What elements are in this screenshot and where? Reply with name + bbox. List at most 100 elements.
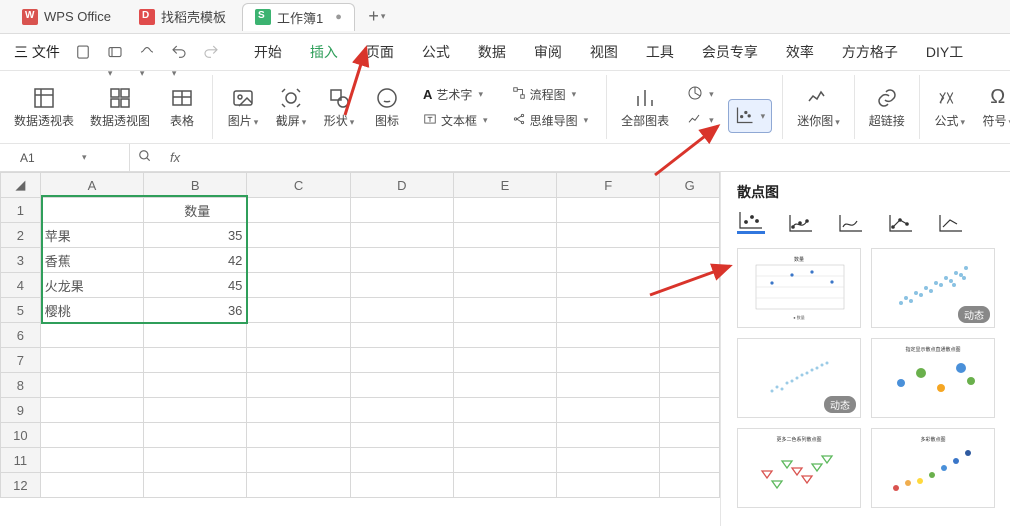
cell-E7[interactable] xyxy=(453,348,556,373)
chart-preview-3[interactable]: 动态 xyxy=(737,338,861,418)
cell-E10[interactable] xyxy=(453,423,556,448)
cell-G5[interactable] xyxy=(660,298,720,323)
cell-G4[interactable] xyxy=(660,273,720,298)
cell-C11[interactable] xyxy=(247,448,350,473)
cell-A2[interactable]: 苹果 xyxy=(40,223,143,248)
menu-tab-数据[interactable]: 数据 xyxy=(464,34,520,70)
row-header-6[interactable]: 6 xyxy=(1,323,41,348)
cell-C12[interactable] xyxy=(247,473,350,498)
cell-F6[interactable] xyxy=(557,323,660,348)
cell-G10[interactable] xyxy=(660,423,720,448)
flowchart-button[interactable]: 流程图▾ xyxy=(508,82,581,106)
chart-preview-6[interactable]: 多彩散点图 xyxy=(871,428,995,508)
row-header-4[interactable]: 4 xyxy=(1,273,41,298)
cell-E1[interactable] xyxy=(453,198,556,223)
file-menu[interactable]: 三 文件 xyxy=(14,42,60,62)
cell-B11[interactable] xyxy=(144,448,247,473)
cell-E9[interactable] xyxy=(453,398,556,423)
textbox-button[interactable]: 文本框▾ xyxy=(419,108,492,132)
toolbar-icon-2[interactable]: ▾ xyxy=(106,43,124,61)
scatter-type-smooth-markers[interactable] xyxy=(787,212,815,234)
cell-A11[interactable] xyxy=(40,448,143,473)
cell-A7[interactable] xyxy=(40,348,143,373)
tab-close-icon[interactable]: ● xyxy=(335,11,342,23)
chart-preview-2[interactable]: 动态 xyxy=(871,248,995,328)
scatter-type-basic[interactable] xyxy=(737,212,765,234)
row-header-2[interactable]: 2 xyxy=(1,223,41,248)
cell-D4[interactable] xyxy=(350,273,453,298)
chart-preview-1[interactable]: 数量 ● 数量 xyxy=(737,248,861,328)
menu-tab-会员专享[interactable]: 会员专享 xyxy=(688,34,772,70)
cell-G12[interactable] xyxy=(660,473,720,498)
wordart-button[interactable]: A艺术字▾ xyxy=(419,82,487,106)
toolbar-icon-1[interactable] xyxy=(74,43,92,61)
redo-icon[interactable] xyxy=(202,43,220,61)
cell-D11[interactable] xyxy=(350,448,453,473)
col-header-D[interactable]: D xyxy=(350,173,453,198)
row-header-3[interactable]: 3 xyxy=(1,248,41,273)
cell-F2[interactable] xyxy=(557,223,660,248)
cell-E2[interactable] xyxy=(453,223,556,248)
cell-F5[interactable] xyxy=(557,298,660,323)
menu-tab-DIY工[interactable]: DIY工 xyxy=(912,34,977,70)
symbol-button[interactable]: Ω 符号▾ xyxy=(978,84,1010,131)
menu-tab-视图[interactable]: 视图 xyxy=(576,34,632,70)
icon-button[interactable]: 图标 xyxy=(367,84,407,131)
cell-A3[interactable]: 香蕉 xyxy=(40,248,143,273)
cell-F7[interactable] xyxy=(557,348,660,373)
cell-F12[interactable] xyxy=(557,473,660,498)
scatter-type-lines[interactable] xyxy=(937,212,965,234)
cell-D8[interactable] xyxy=(350,373,453,398)
line-chart-dropdown[interactable]: ▾ xyxy=(683,108,718,132)
cell-F8[interactable] xyxy=(557,373,660,398)
cell-C7[interactable] xyxy=(247,348,350,373)
fx-label[interactable]: fx xyxy=(160,150,190,165)
cell-G1[interactable] xyxy=(660,198,720,223)
spreadsheet-grid[interactable]: ◢ A B C D E F G 1数量2苹果353香蕉424火龙果455樱桃36… xyxy=(0,172,720,526)
cell-E4[interactable] xyxy=(453,273,556,298)
cell-D5[interactable] xyxy=(350,298,453,323)
cell-E11[interactable] xyxy=(453,448,556,473)
cell-A10[interactable] xyxy=(40,423,143,448)
zoom-icon[interactable] xyxy=(130,149,160,166)
cell-C8[interactable] xyxy=(247,373,350,398)
cell-F1[interactable] xyxy=(557,198,660,223)
col-header-E[interactable]: E xyxy=(453,173,556,198)
row-header-8[interactable]: 8 xyxy=(1,373,41,398)
cell-C1[interactable] xyxy=(247,198,350,223)
cell-A8[interactable] xyxy=(40,373,143,398)
cell-C5[interactable] xyxy=(247,298,350,323)
cell-C3[interactable] xyxy=(247,248,350,273)
cell-B2[interactable]: 35 xyxy=(144,223,247,248)
row-header-1[interactable]: 1 xyxy=(1,198,41,223)
table-button[interactable]: 表格 xyxy=(162,84,202,131)
picture-button[interactable]: 图片▾ xyxy=(223,84,263,131)
cell-E12[interactable] xyxy=(453,473,556,498)
scatter-type-lines-markers[interactable] xyxy=(887,212,915,234)
cell-C9[interactable] xyxy=(247,398,350,423)
cell-D12[interactable] xyxy=(350,473,453,498)
cell-A1[interactable] xyxy=(40,198,143,223)
cell-B6[interactable] xyxy=(144,323,247,348)
row-header-12[interactable]: 12 xyxy=(1,473,41,498)
row-header-9[interactable]: 9 xyxy=(1,398,41,423)
cell-B1[interactable]: 数量 xyxy=(144,198,247,223)
cell-E6[interactable] xyxy=(453,323,556,348)
col-header-G[interactable]: G xyxy=(660,173,720,198)
shape-button[interactable]: 形状▾ xyxy=(319,84,359,131)
cell-F9[interactable] xyxy=(557,398,660,423)
cell-B10[interactable] xyxy=(144,423,247,448)
cell-G8[interactable] xyxy=(660,373,720,398)
cell-B8[interactable] xyxy=(144,373,247,398)
cell-F10[interactable] xyxy=(557,423,660,448)
cell-F3[interactable] xyxy=(557,248,660,273)
chart-preview-5[interactable]: 更多二色系列散点图 xyxy=(737,428,861,508)
cell-G2[interactable] xyxy=(660,223,720,248)
cell-A6[interactable] xyxy=(40,323,143,348)
cell-D3[interactable] xyxy=(350,248,453,273)
cell-C4[interactable] xyxy=(247,273,350,298)
cell-A4[interactable]: 火龙果 xyxy=(40,273,143,298)
cell-D10[interactable] xyxy=(350,423,453,448)
cell-E8[interactable] xyxy=(453,373,556,398)
cell-B7[interactable] xyxy=(144,348,247,373)
